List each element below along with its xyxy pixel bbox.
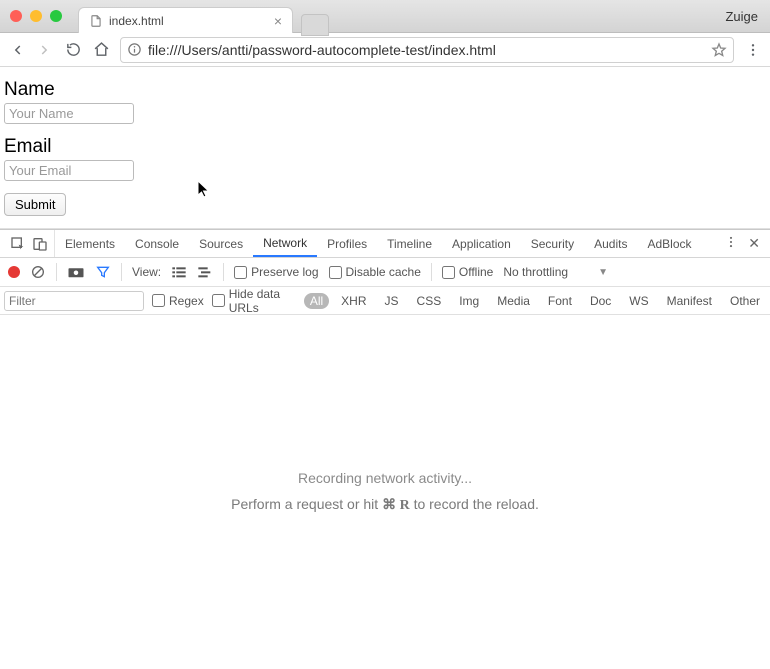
devtools-menu-icon[interactable] xyxy=(724,235,738,252)
clear-icon[interactable] xyxy=(30,264,46,280)
network-empty-state: Recording network activity... Perform a … xyxy=(0,315,770,669)
filter-chip-img[interactable]: Img xyxy=(453,293,485,309)
submit-button[interactable]: Submit xyxy=(4,193,66,216)
page-content: Name Email Submit xyxy=(0,67,770,229)
view-label: View: xyxy=(132,265,161,279)
tab-title: index.html xyxy=(109,14,268,28)
close-tab-icon[interactable]: × xyxy=(274,13,282,29)
devtools-tab-audits[interactable]: Audits xyxy=(584,230,637,257)
view-frames-icon[interactable] xyxy=(197,266,213,278)
filter-chip-media[interactable]: Media xyxy=(491,293,536,309)
email-label: Email xyxy=(4,136,766,158)
offline-checkbox[interactable]: Offline xyxy=(442,265,493,279)
hide-data-urls-checkbox[interactable]: Hide data URLs xyxy=(212,287,296,315)
home-button[interactable] xyxy=(92,41,110,59)
filter-chip-js[interactable]: JS xyxy=(379,293,405,309)
filter-chip-ws[interactable]: WS xyxy=(623,293,654,309)
browser-tab-active[interactable]: index.html × xyxy=(78,7,293,33)
forward-button[interactable] xyxy=(36,41,54,59)
filter-chip-doc[interactable]: Doc xyxy=(584,293,617,309)
email-input[interactable] xyxy=(4,160,134,181)
network-filter-bar: Regex Hide data URLs All XHR JS CSS Img Media… xyxy=(0,287,770,315)
window-titlebar: index.html × Zuige xyxy=(0,0,770,33)
devtools-tab-console[interactable]: Console xyxy=(125,230,189,257)
record-button[interactable] xyxy=(8,266,20,278)
browser-toolbar xyxy=(0,33,770,67)
bookmark-icon[interactable] xyxy=(711,42,727,58)
filter-chip-all[interactable]: All xyxy=(304,293,329,309)
recording-hint: Perform a request or hit ⌘ R to record t… xyxy=(231,496,539,514)
address-bar[interactable] xyxy=(120,37,734,63)
reload-button[interactable] xyxy=(64,41,82,59)
filter-chip-css[interactable]: CSS xyxy=(411,293,448,309)
network-toolbar: View: Preserve log Disable cache Offline… xyxy=(0,258,770,287)
regex-checkbox[interactable]: Regex xyxy=(152,294,204,308)
back-button[interactable] xyxy=(8,41,26,59)
devtools-tab-elements[interactable]: Elements xyxy=(55,230,125,257)
zoom-window-button[interactable] xyxy=(50,10,62,22)
minimize-window-button[interactable] xyxy=(30,10,42,22)
name-input[interactable] xyxy=(4,103,134,124)
device-toolbar-icon[interactable] xyxy=(32,236,48,252)
filter-chip-font[interactable]: Font xyxy=(542,293,578,309)
browser-menu-icon[interactable] xyxy=(744,41,762,59)
recording-message: Recording network activity... xyxy=(298,470,472,486)
devtools-tab-application[interactable]: Application xyxy=(442,230,521,257)
devtools-close-icon[interactable]: ✕ xyxy=(748,235,760,252)
name-label: Name xyxy=(4,79,766,101)
inspect-element-icon[interactable] xyxy=(10,236,26,252)
filter-input[interactable] xyxy=(4,291,144,311)
devtools-tab-adblock[interactable]: AdBlock xyxy=(637,230,701,257)
devtools-tab-network[interactable]: Network xyxy=(253,230,317,257)
profile-name[interactable]: Zuige xyxy=(725,9,758,24)
file-icon xyxy=(89,14,103,28)
devtools-tab-sources[interactable]: Sources xyxy=(189,230,253,257)
browser-tabs: index.html × xyxy=(78,0,329,32)
capture-screenshot-icon[interactable] xyxy=(67,265,85,279)
traffic-lights xyxy=(10,10,62,22)
close-window-button[interactable] xyxy=(10,10,22,22)
devtools-tabbar: ElementsConsoleSourcesNetworkProfilesTim… xyxy=(0,230,770,258)
throttling-select[interactable]: No throttling▼ xyxy=(503,265,608,279)
filter-chip-other[interactable]: Other xyxy=(724,293,766,309)
disable-cache-checkbox[interactable]: Disable cache xyxy=(329,265,421,279)
devtools-panel: ElementsConsoleSourcesNetworkProfilesTim… xyxy=(0,229,770,669)
devtools-tab-security[interactable]: Security xyxy=(521,230,584,257)
devtools-tab-timeline[interactable]: Timeline xyxy=(377,230,442,257)
site-info-icon[interactable] xyxy=(127,42,142,57)
filter-chip-xhr[interactable]: XHR xyxy=(335,293,372,309)
new-tab-button[interactable] xyxy=(301,14,329,36)
view-list-icon[interactable] xyxy=(171,266,187,278)
preserve-log-checkbox[interactable]: Preserve log xyxy=(234,265,318,279)
url-input[interactable] xyxy=(148,42,705,58)
filter-toggle-icon[interactable] xyxy=(95,264,111,280)
devtools-tab-profiles[interactable]: Profiles xyxy=(317,230,377,257)
filter-chip-manifest[interactable]: Manifest xyxy=(661,293,718,309)
